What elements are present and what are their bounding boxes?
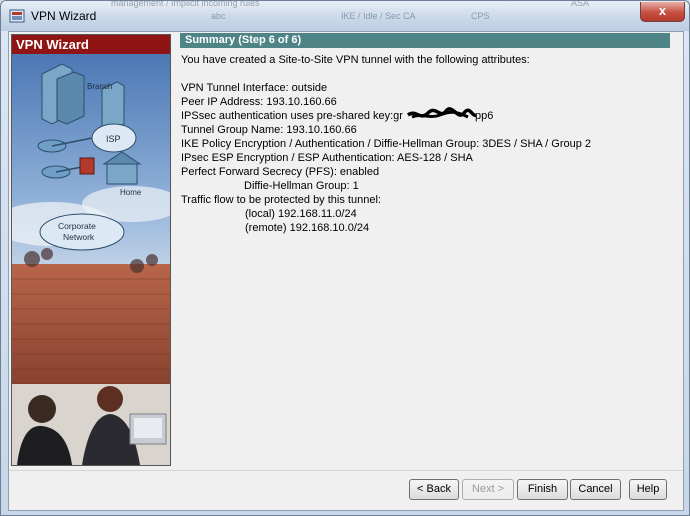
- window-title: VPN Wizard: [31, 9, 97, 23]
- title-bar[interactable]: management / Implicit incoming rules abc…: [1, 1, 689, 31]
- pfs-line: Perfect Forward Secrecy (PFS): enabled: [181, 166, 380, 178]
- back-button[interactable]: < Back: [409, 479, 459, 500]
- left-illustration-panel: VPN Wizard Branch ISP Home Corporate Net…: [11, 34, 171, 466]
- peer-ip-line: Peer IP Address: 193.10.160.66: [181, 96, 337, 108]
- next-button[interactable]: Next >: [462, 479, 514, 500]
- background-tab: IKE / Idle / Sec CA: [341, 11, 416, 21]
- branch-label: Branch: [87, 82, 112, 91]
- help-button[interactable]: Help: [629, 479, 667, 500]
- left-panel-header: VPN Wizard: [12, 35, 170, 54]
- local-network-line: (local) 192.168.11.0/24: [245, 208, 357, 220]
- finish-button[interactable]: Finish: [517, 479, 568, 500]
- close-icon: x: [658, 3, 667, 18]
- remote-network-line: (remote) 192.168.10.0/24: [245, 222, 370, 234]
- asdm-app-icon: [9, 9, 25, 23]
- vpn-network-illustration: Branch ISP Home Corporate Network: [12, 54, 170, 465]
- psk-prefix-line: IPSsec authentication uses pre-shared ke…: [181, 110, 403, 122]
- wizard-client-area: VPN Wizard Branch ISP Home Corporate Net…: [8, 31, 684, 511]
- redaction-scribble: [406, 107, 477, 119]
- isp-label: ISP: [106, 134, 121, 144]
- button-bar-divider: [9, 470, 683, 471]
- background-taskbar-ghost: management / Implicit incoming rules abc…: [111, 0, 621, 29]
- background-tab: abc: [211, 11, 226, 21]
- vpn-wizard-window: management / Implicit incoming rules abc…: [0, 0, 690, 516]
- psk-suffix-text: pp6: [475, 110, 494, 122]
- background-tab: management / Implicit incoming rules: [111, 0, 260, 8]
- background-tab: CPS: [471, 11, 490, 21]
- esp-line: IPsec ESP Encryption / ESP Authenticatio…: [181, 152, 473, 164]
- firewall-icon: [79, 157, 95, 175]
- traffic-flow-line: Traffic flow to be protected by this tun…: [181, 194, 381, 206]
- home-label: Home: [120, 188, 142, 197]
- corporate-label: Corporate: [58, 221, 96, 231]
- summary-step-header: Summary (Step 6 of 6): [180, 33, 670, 48]
- tunnel-interface-line: VPN Tunnel Interface: outside: [181, 82, 328, 94]
- summary-intro-text: You have created a Site-to-Site VPN tunn…: [181, 54, 530, 66]
- dh-group-line: Diffie-Hellman Group: 1: [244, 180, 359, 192]
- tunnel-group-line: Tunnel Group Name: 193.10.160.66: [181, 124, 357, 136]
- background-tab: ASA: [571, 0, 590, 8]
- close-button[interactable]: x: [640, 2, 685, 22]
- people-at-computer-photo: [12, 384, 170, 465]
- cancel-button[interactable]: Cancel: [570, 479, 621, 500]
- network-label: Network: [63, 232, 95, 242]
- ike-policy-line: IKE Policy Encryption / Authentication /…: [181, 138, 592, 150]
